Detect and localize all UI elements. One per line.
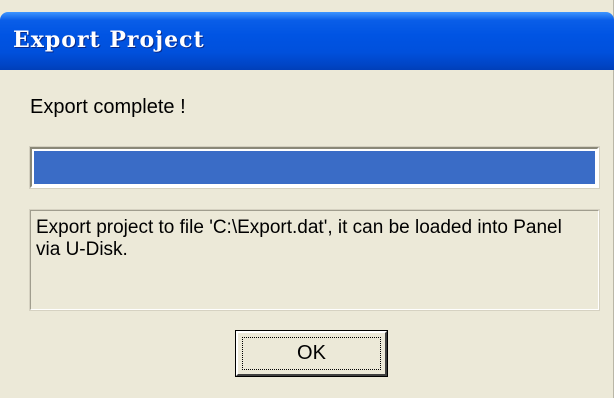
title-bar[interactable]: Export Project: [0, 12, 614, 70]
progress-bar: [30, 147, 599, 188]
window-title: Export Project: [13, 27, 205, 53]
message-text: Export project to file 'C:\Export.dat', …: [36, 217, 562, 260]
ok-button[interactable]: OK: [235, 330, 388, 377]
status-label: Export complete !: [30, 96, 186, 118]
ok-button-label: OK: [297, 342, 326, 364]
message-box: Export project to file 'C:\Export.dat', …: [30, 210, 599, 310]
progress-bar-fill: [34, 151, 595, 184]
export-project-dialog: Export Project Export complete ! Export …: [0, 0, 614, 398]
